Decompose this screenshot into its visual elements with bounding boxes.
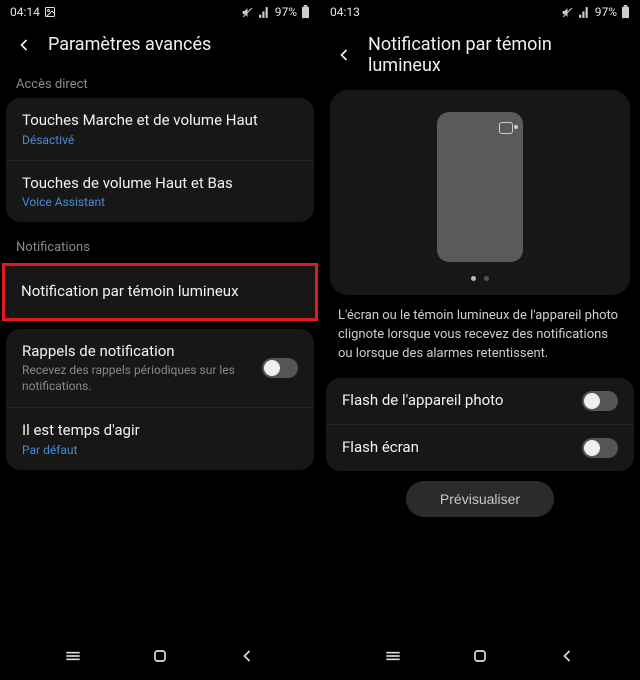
back-nav-icon[interactable] <box>557 646 577 670</box>
nav-bar <box>0 636 320 680</box>
direct-access-card: Touches Marche et de volume Haut Désacti… <box>6 98 314 222</box>
home-icon[interactable] <box>150 646 170 670</box>
back-icon[interactable] <box>14 35 34 55</box>
mute-icon <box>241 6 254 19</box>
dot-2 <box>484 276 489 281</box>
image-icon <box>44 6 56 18</box>
section-notifications: Notifications <box>0 232 320 261</box>
nav-bar <box>320 636 640 680</box>
toggle-notification-reminders[interactable] <box>262 358 298 378</box>
signal-icon <box>578 6 591 19</box>
row-flash-notification-highlighted[interactable]: Notification par témoin lumineux <box>2 263 318 321</box>
recents-icon[interactable] <box>383 646 403 670</box>
row-screen-flash[interactable]: Flash écran <box>326 424 634 471</box>
dot-1 <box>471 276 476 281</box>
flash-options-card: Flash de l'appareil photo Flash écran <box>326 378 634 471</box>
screen-advanced-settings: 04:14 97% Paramètres avancés Accès direc… <box>0 0 320 680</box>
battery-percent: 97% <box>595 5 617 19</box>
status-bar: 04:14 97% <box>0 0 320 24</box>
section-direct-access: Accès direct <box>0 69 320 98</box>
row-volume-up-down[interactable]: Touches de volume Haut et Bas Voice Assi… <box>6 160 314 223</box>
signal-icon <box>258 6 271 19</box>
page-header: Notification par témoin lumineux <box>320 24 640 90</box>
battery-percent: 97% <box>275 5 297 19</box>
back-nav-icon[interactable] <box>237 646 257 670</box>
battery-icon <box>301 5 310 19</box>
status-time: 04:14 <box>10 5 40 19</box>
battery-icon <box>621 5 630 19</box>
recents-icon[interactable] <box>63 646 83 670</box>
page-title: Paramètres avancés <box>48 34 211 55</box>
feature-description: L'écran ou le témoin lumineux de l'appar… <box>320 307 640 378</box>
page-indicator[interactable] <box>471 276 489 281</box>
page-title: Notification par témoin lumineux <box>368 34 626 76</box>
phone-illustration <box>437 112 523 262</box>
home-icon[interactable] <box>470 646 490 670</box>
status-bar: 04:13 97% <box>320 0 640 24</box>
notifications-card: Rappels de notification Recevez des rapp… <box>6 329 314 470</box>
toggle-screen-flash[interactable] <box>582 438 618 458</box>
mute-icon <box>561 6 574 19</box>
row-notification-reminders[interactable]: Rappels de notification Recevez des rapp… <box>6 329 314 408</box>
screen-flash-notification: 04:13 97% Notification par témoin lumine… <box>320 0 640 680</box>
status-time: 04:13 <box>330 5 360 19</box>
row-camera-flash[interactable]: Flash de l'appareil photo <box>326 378 634 424</box>
toggle-camera-flash[interactable] <box>582 391 618 411</box>
preview-button[interactable]: Prévisualiser <box>406 481 554 517</box>
row-time-to-act[interactable]: Il est temps d'agir Par défaut <box>6 407 314 470</box>
back-icon[interactable] <box>334 45 354 65</box>
preview-pane <box>330 90 630 295</box>
row-power-volume-up[interactable]: Touches Marche et de volume Haut Désacti… <box>6 98 314 160</box>
page-header: Paramètres avancés <box>0 24 320 69</box>
